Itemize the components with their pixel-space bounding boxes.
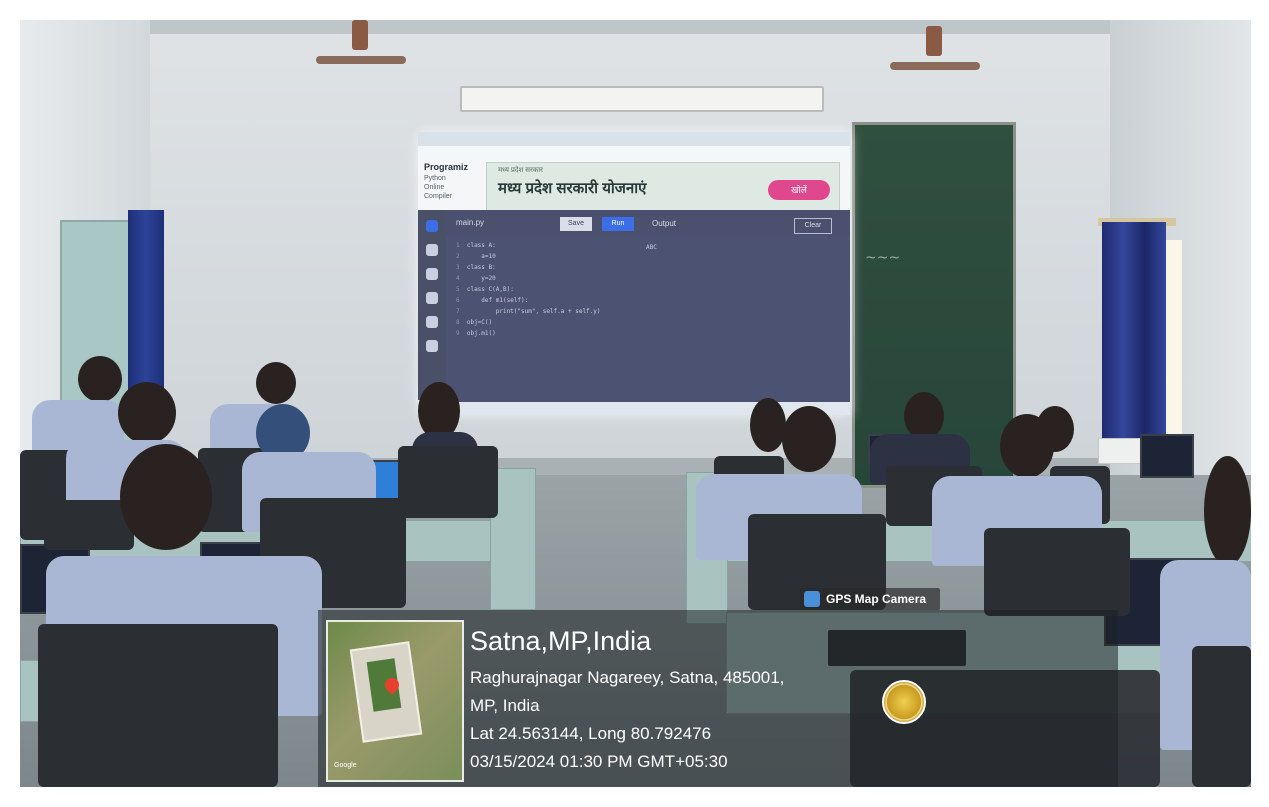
site-logo: Programiz (424, 162, 469, 172)
ceiling-fan-left (316, 20, 406, 64)
editor-toolbar (446, 210, 850, 236)
line-number: 1 (456, 242, 467, 249)
line-number: 7 (456, 308, 467, 315)
line-number: 9 (456, 330, 467, 337)
location-title: Satna,MP,India (470, 626, 652, 656)
student-head (120, 444, 212, 550)
output-text: ABC (646, 244, 657, 251)
flask-icon[interactable] (426, 316, 438, 328)
line-number: 6 (456, 297, 467, 304)
code-line: 7 print("sum", self.a + self.y) (456, 308, 601, 315)
save-button[interactable]: Save (560, 217, 592, 231)
line-number: 8 (456, 319, 467, 326)
tube-light (460, 86, 824, 112)
clear-button[interactable]: Clear (794, 218, 832, 234)
projected-screen: Programiz Python Online Compiler मध्य प्… (418, 132, 850, 415)
code-text: print("sum", self.a + self.y) (466, 308, 601, 315)
run-button[interactable]: Run (602, 217, 634, 231)
right-curtain (1102, 222, 1166, 454)
line-number: 4 (456, 275, 467, 282)
student-head (118, 382, 176, 444)
ad-open-button[interactable]: खोलें (768, 180, 830, 200)
map-attribution: Google (334, 762, 357, 769)
code-line: 1 class A: (456, 242, 496, 249)
student-head (256, 362, 296, 404)
line-number: 2 (456, 253, 467, 260)
map-pin-icon (804, 591, 820, 607)
board-writing: ~~~ (865, 250, 901, 266)
coordinates: Lat 24.563144, Long 80.792476 (470, 724, 712, 743)
code-editor[interactable] (446, 210, 850, 402)
chair (984, 528, 1130, 616)
code-line: 3 class B: (456, 264, 496, 271)
code-text: class A: (466, 242, 496, 249)
left-curtain (128, 210, 164, 390)
chair (38, 624, 278, 787)
editor-sidebar (418, 210, 446, 400)
code-text: y=20 (466, 275, 496, 282)
student-head (1204, 456, 1251, 566)
code-line: 9 obj.m1() (456, 330, 496, 337)
line-number: 3 (456, 264, 467, 271)
code-text: obj=C() (466, 319, 493, 326)
site-logo-subtitle: Python Online Compiler (424, 175, 453, 200)
chair (398, 446, 498, 518)
settings-icon[interactable] (426, 340, 438, 352)
code-text: class C(A,B): (466, 286, 514, 293)
address-line-1: Raghurajnagar Nagareey, Satna, 485001, (470, 668, 785, 687)
code-text: class B: (466, 264, 496, 271)
chat-icon[interactable] (426, 244, 438, 256)
line-number: 5 (456, 286, 467, 293)
ceiling (20, 20, 1251, 34)
code-text: def m1(self): (466, 297, 529, 304)
ad-small-text: मध्य प्रदेश सरकार (498, 167, 543, 174)
code-icon[interactable] (426, 220, 438, 232)
student-head (1000, 414, 1054, 478)
code-line: 4 y=20 (456, 275, 496, 282)
address-line-2: MP, India (470, 696, 540, 715)
photo-frame: ~~~ Programiz Python Online Compiler मध्… (20, 20, 1251, 787)
ad-title: मध्य प्रदेश सरकारी योजनाएं (498, 180, 647, 197)
code-line: 6 def m1(self): (456, 297, 528, 304)
code-text: obj.m1() (466, 330, 496, 337)
student-head (904, 392, 944, 440)
student-head (750, 398, 786, 452)
code-line: 2 a=10 (456, 253, 496, 260)
emblem-logo (882, 680, 926, 724)
chair (1192, 646, 1251, 787)
browser-tab-bar (418, 132, 850, 146)
shield-icon[interactable] (426, 292, 438, 304)
editor-filename[interactable]: main.py (456, 218, 484, 227)
laptop-screen (1140, 434, 1194, 478)
timestamp: 03/15/2024 01:30 PM GMT+05:30 (470, 752, 728, 771)
windows-taskbar (418, 402, 850, 415)
ceiling-fan-right (890, 26, 980, 70)
output-label: Output (652, 219, 677, 228)
student-head (78, 356, 122, 402)
student-head (782, 406, 836, 472)
code-line: 8 obj=C() (456, 319, 492, 326)
gps-camera-label: GPS Map Camera (826, 592, 927, 606)
code-text: a=10 (466, 253, 496, 260)
file-icon[interactable] (426, 268, 438, 280)
code-line: 5 class C(A,B): (456, 286, 514, 293)
window (1166, 240, 1182, 454)
